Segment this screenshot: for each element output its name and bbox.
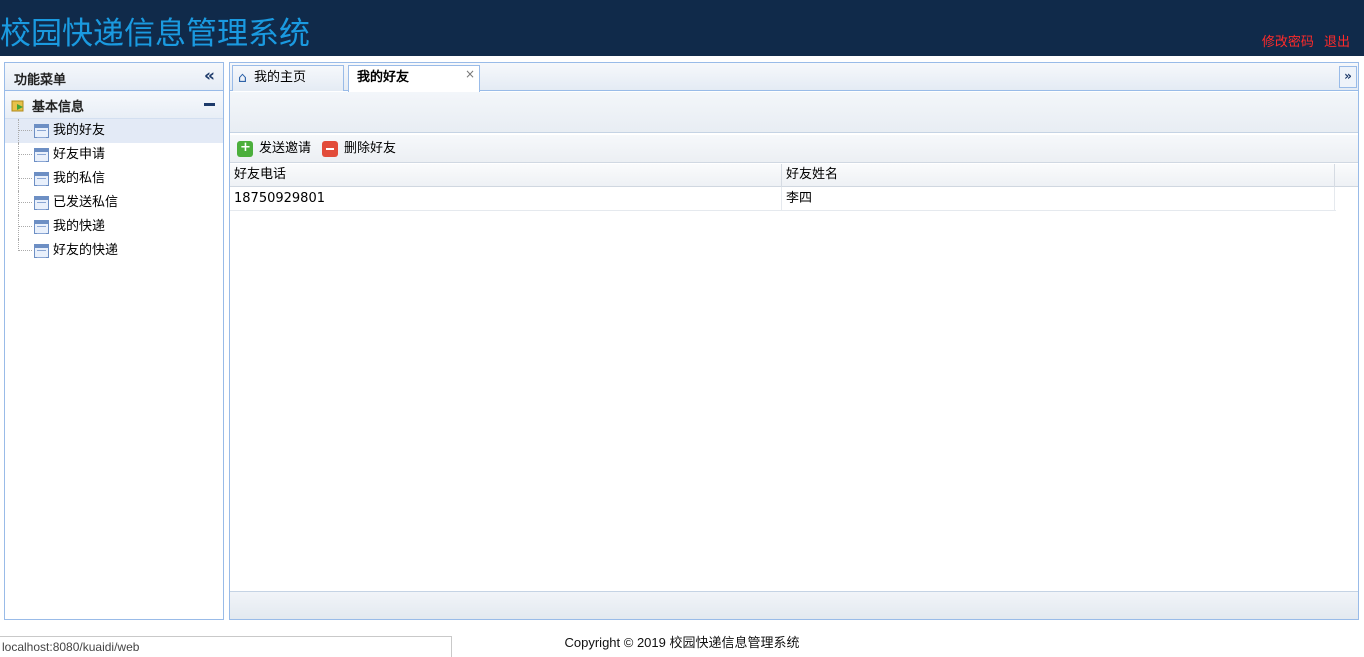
folder-arrow-icon xyxy=(11,100,24,112)
friends-grid: 好友电话 好友姓名 18750929801 李四 xyxy=(230,164,1336,211)
delete-friend-label: 删除好友 xyxy=(344,141,397,156)
app-title: 校园快递信息管理系统 xyxy=(0,16,310,52)
table-icon xyxy=(34,124,49,138)
menu-item-label: 好友申请 xyxy=(53,147,106,162)
close-icon[interactable]: × xyxy=(465,62,475,86)
menu-item-my-friends[interactable]: 我的好友 xyxy=(5,119,223,143)
menu-item-label: 我的快递 xyxy=(53,219,106,234)
menu-item-my-express[interactable]: 我的快递 xyxy=(5,215,223,239)
main-content-panel: ⌂ 我的主页 我的好友 × » 发送邀请 删除好友 好友电话 好友姓名 1875… xyxy=(229,62,1359,620)
delete-icon xyxy=(322,141,338,157)
home-icon: ⌂ xyxy=(238,70,247,86)
group-basic-info[interactable]: 基本信息 xyxy=(5,91,223,119)
table-row[interactable]: 18750929801 李四 xyxy=(230,187,1336,211)
grid-pager xyxy=(230,591,1358,619)
search-area xyxy=(230,92,1358,133)
grid-toolbar: 发送邀请 删除好友 xyxy=(230,135,1358,163)
send-invite-label: 发送邀请 xyxy=(259,141,312,156)
menu-tree: 我的好友 好友申请 我的私信 已发送私信 我的快递 好友的快递 xyxy=(5,119,223,263)
tab-home[interactable]: ⌂ 我的主页 xyxy=(232,65,344,91)
menu-item-label: 我的私信 xyxy=(53,171,106,186)
grid-header-row: 好友电话 好友姓名 xyxy=(230,164,1336,187)
table-icon xyxy=(34,196,49,210)
tab-my-friends[interactable]: 我的好友 × xyxy=(348,65,480,92)
menu-item-friends-express[interactable]: 好友的快递 xyxy=(5,239,223,263)
table-icon xyxy=(34,172,49,186)
tab-bar: ⌂ 我的主页 我的好友 × » xyxy=(230,63,1358,92)
cell-name: 李四 xyxy=(782,187,1335,211)
change-password-link[interactable]: 修改密码 xyxy=(1262,35,1314,50)
app-header: 校园快递信息管理系统 修改密码 退出 xyxy=(0,0,1364,56)
add-icon xyxy=(237,138,253,158)
header-links: 修改密码 退出 xyxy=(1256,31,1350,50)
table-icon xyxy=(34,148,49,162)
delete-friend-button[interactable]: 删除好友 xyxy=(322,139,396,159)
group-label: 基本信息 xyxy=(32,100,85,115)
menu-item-label: 我的好友 xyxy=(53,123,106,138)
column-header-phone[interactable]: 好友电话 xyxy=(230,164,782,187)
send-invite-button[interactable]: 发送邀请 xyxy=(237,138,312,159)
table-icon xyxy=(34,220,49,234)
grid-header-filler xyxy=(1336,164,1358,187)
table-icon xyxy=(34,244,49,258)
menu-item-label: 好友的快递 xyxy=(53,243,119,258)
function-menu-panel: 功能菜单 « 基本信息 我的好友 好友申请 我的私信 已发送私信 我的快递 好友… xyxy=(4,62,224,620)
cell-phone: 18750929801 xyxy=(230,187,782,211)
browser-status-url: localhost:8080/kuaidi/web xyxy=(0,636,452,657)
menu-item-sent-messages[interactable]: 已发送私信 xyxy=(5,191,223,215)
logout-link[interactable]: 退出 xyxy=(1324,35,1350,50)
collapse-left-icon[interactable]: « xyxy=(204,66,215,86)
menu-item-my-messages[interactable]: 我的私信 xyxy=(5,167,223,191)
tab-home-label: 我的主页 xyxy=(254,70,307,85)
tab-friends-label: 我的好友 xyxy=(357,70,410,85)
function-menu-title: 功能菜单 xyxy=(14,73,67,88)
column-header-name[interactable]: 好友姓名 xyxy=(782,164,1335,187)
function-menu-header: 功能菜单 « xyxy=(5,63,223,91)
menu-item-label: 已发送私信 xyxy=(53,195,119,210)
collapse-group-icon[interactable] xyxy=(204,103,215,106)
chevron-double-down-icon[interactable]: » xyxy=(1339,66,1357,88)
menu-item-friend-requests[interactable]: 好友申请 xyxy=(5,143,223,167)
